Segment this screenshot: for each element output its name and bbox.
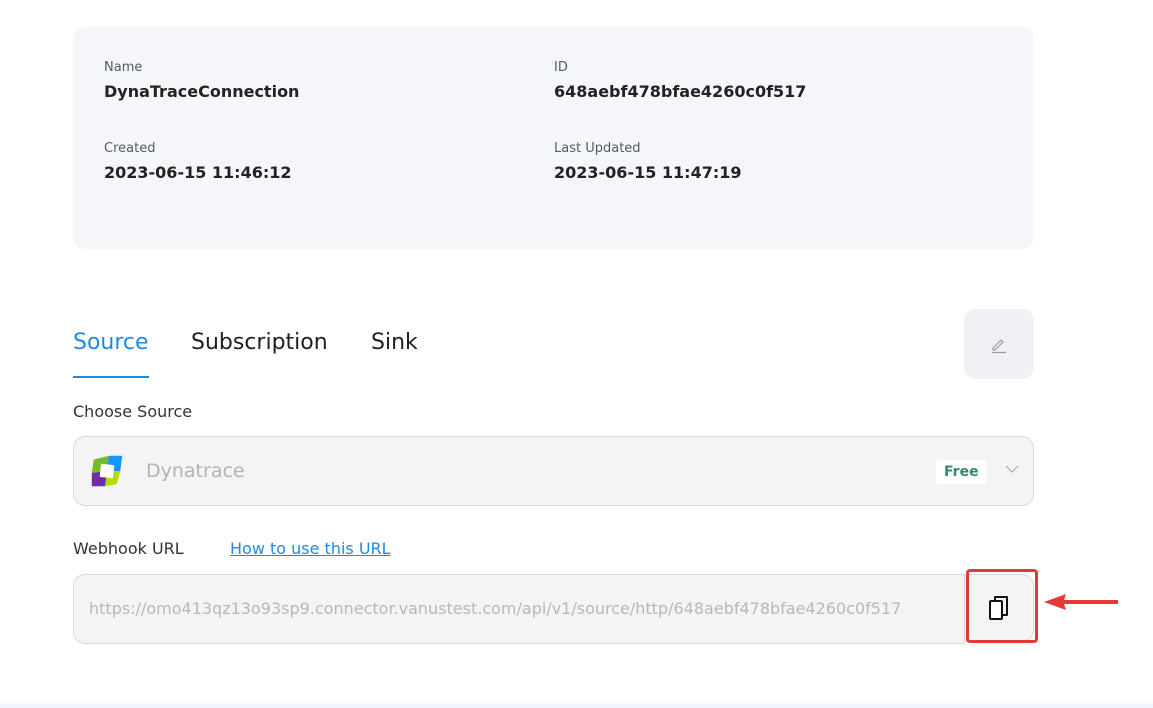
webhook-url-value: https://omo413qz13o93sp9.connector.vanus…: [89, 599, 902, 618]
how-to-use-url-link[interactable]: How to use this URL: [230, 539, 391, 559]
tab-sink[interactable]: Sink: [371, 328, 418, 376]
webhook-url-field[interactable]: https://omo413qz13o93sp9.connector.vanus…: [73, 574, 965, 644]
page-footer-strip: [0, 700, 1153, 708]
created-field: Created 2023-06-15 11:46:12: [104, 141, 292, 183]
id-field: ID 648aebf478bfae4260c0f517: [554, 60, 806, 102]
selected-source: Dynatrace: [146, 460, 245, 482]
id-label: ID: [554, 60, 568, 75]
created-value: 2023-06-15 11:46:12: [104, 163, 292, 182]
edit-button[interactable]: [964, 309, 1034, 379]
free-badge: Free: [936, 460, 987, 484]
source-select[interactable]: Dynatrace Free: [73, 436, 1034, 506]
choose-source-label: Choose Source: [73, 402, 193, 421]
id-value: 648aebf478bfae4260c0f517: [554, 82, 807, 101]
updated-value: 2023-06-15 11:47:19: [554, 163, 742, 182]
copy-icon: [989, 596, 1008, 620]
webhook-url-label: Webhook URL: [73, 539, 184, 558]
name-field: Name DynaTraceConnection: [104, 60, 299, 102]
arrow-left-icon: [1044, 594, 1118, 610]
created-label: Created: [104, 141, 156, 156]
updated-label: Last Updated: [554, 141, 641, 156]
tab-source[interactable]: Source: [73, 328, 149, 378]
updated-field: Last Updated 2023-06-15 11:47:19: [554, 141, 742, 183]
tab-subscription[interactable]: Subscription: [191, 328, 328, 376]
copy-url-button[interactable]: [964, 574, 1034, 642]
dynatrace-logo: [91, 455, 123, 487]
chevron-down-icon: [1005, 465, 1019, 473]
pencil-icon: [992, 339, 1006, 354]
name-value: DynaTraceConnection: [104, 82, 300, 101]
connection-info-card: Name DynaTraceConnection ID 648aebf478bf…: [73, 27, 1034, 249]
name-label: Name: [104, 60, 143, 75]
